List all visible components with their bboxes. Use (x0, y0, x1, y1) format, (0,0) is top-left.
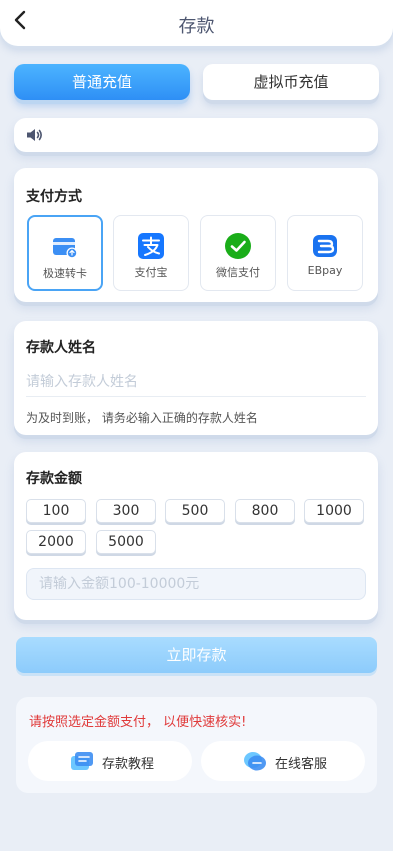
amount-option-button[interactable]: 500 (165, 499, 225, 523)
help-panel: 请按照选定金额支付， 以便快速核实! 存款教程 在线客服 (16, 697, 377, 793)
method-ebpay[interactable]: EBpay (287, 215, 363, 291)
tutorial-button[interactable]: 存款教程 (28, 741, 192, 781)
submit-deposit-button[interactable]: 立即存款 (16, 637, 377, 673)
alipay-icon (138, 233, 164, 259)
amount-input[interactable] (26, 568, 366, 600)
depositor-name-title: 存款人姓名 (26, 340, 96, 356)
method-label: EBpay (307, 264, 343, 277)
page-title: 存款 (178, 16, 215, 37)
tutorial-icon (71, 752, 93, 770)
method-label: 微信支付 (216, 266, 260, 279)
speaker-icon (27, 129, 42, 141)
ebpay-icon (313, 235, 337, 257)
amount-option-button[interactable]: 300 (96, 499, 156, 523)
chat-bubble-icon (244, 752, 266, 771)
tutorial-label: 存款教程 (102, 757, 155, 772)
amount-option-button[interactable]: 2000 (26, 530, 86, 554)
tab-crypto-recharge[interactable]: 虚拟币充值 (203, 64, 379, 100)
amount-option-button[interactable]: 800 (235, 499, 295, 523)
notice-bar (14, 118, 378, 152)
depositor-name-hint: 为及时到账， 请务必输入正确的存款人姓名 (26, 411, 258, 425)
tab-normal-recharge[interactable]: 普通充值 (14, 64, 190, 100)
deposit-amount-card: 存款金额 100 300 500 800 1000 2000 5000 (14, 452, 378, 620)
method-label: 支付宝 (134, 266, 168, 279)
payment-method-card: 支付方式 极速转卡 支付宝 微信支付 EBpay (14, 168, 378, 302)
depositor-name-card: 存款人姓名 为及时到账， 请务必输入正确的存款人姓名 (14, 321, 378, 435)
amount-option-button[interactable]: 1000 (304, 499, 364, 523)
method-wechat-pay[interactable]: 微信支付 (200, 215, 276, 291)
payment-method-title: 支付方式 (26, 189, 82, 205)
method-fast-card-transfer[interactable]: 极速转卡 (27, 215, 103, 291)
payment-warning: 请按照选定金额支付， 以便快速核实! (29, 715, 247, 730)
header-bar: 存款 (0, 0, 393, 46)
method-alipay[interactable]: 支付宝 (113, 215, 189, 291)
depositor-name-input[interactable] (26, 367, 366, 397)
online-support-button[interactable]: 在线客服 (201, 741, 365, 781)
wechat-pay-icon (225, 233, 251, 259)
amount-option-button[interactable]: 100 (26, 499, 86, 523)
online-support-label: 在线客服 (275, 757, 328, 772)
method-label: 极速转卡 (43, 267, 87, 280)
amount-option-button[interactable]: 5000 (96, 530, 156, 554)
bank-card-icon (53, 238, 78, 259)
deposit-amount-title: 存款金额 (26, 471, 82, 487)
